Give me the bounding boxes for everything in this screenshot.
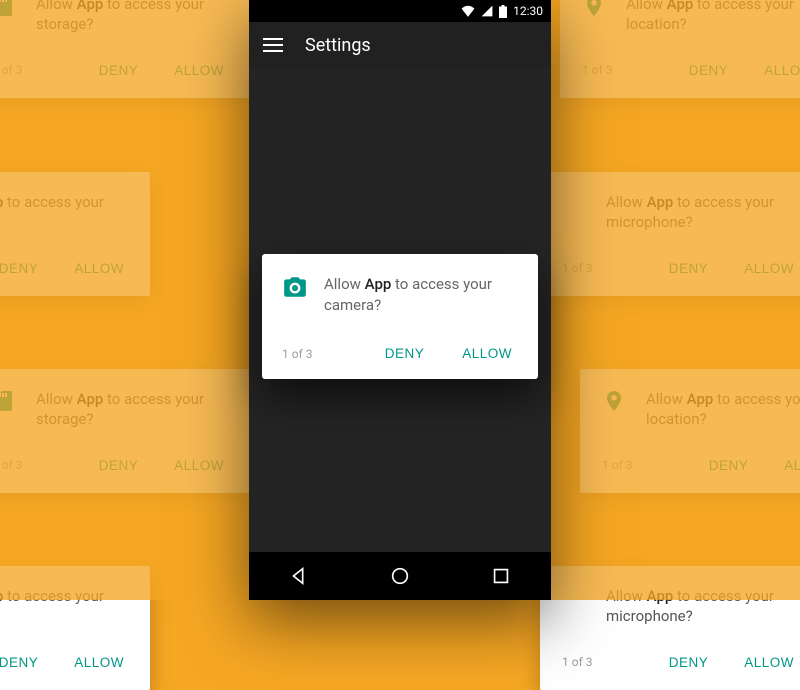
bg-card-icon	[602, 389, 628, 415]
bg-deny-button[interactable]: DENY	[665, 649, 713, 676]
signal-icon	[481, 5, 493, 17]
bg-card-icon	[0, 389, 18, 415]
phone-frame: 12:30 Settings Allow App to access your …	[249, 0, 551, 600]
bg-allow-button[interactable]: ALLOW	[70, 255, 128, 282]
bg-deny-button[interactable]: DENY	[665, 255, 713, 282]
content-area: Allow App to access your camera? 1 of 3 …	[249, 68, 551, 552]
back-icon[interactable]	[288, 565, 310, 587]
bg-card-message: Allow App to access your storage?	[36, 0, 228, 35]
allow-button[interactable]: ALLOW	[458, 340, 516, 367]
wifi-icon	[461, 5, 475, 17]
bg-card-counter: 1 of 3	[582, 63, 657, 77]
bg-allow-button[interactable]: ALLOW	[740, 649, 798, 676]
bg-permission-card: Allow App to access your location? 1 of 3…	[560, 0, 800, 98]
camera-icon	[282, 274, 308, 300]
bg-card-message: Allow App to access your storage?	[36, 389, 228, 430]
dialog-message: Allow App to access your camera?	[324, 274, 516, 316]
bg-permission-card: Allow App to access your contact?1 of 3D…	[0, 566, 150, 690]
bg-card-message: Allow App to access your contact?	[0, 586, 128, 627]
permission-dialog: Allow App to access your camera? 1 of 3 …	[262, 254, 538, 379]
bg-permission-card: Allow App to access your storage? 1 of 3 D…	[0, 369, 250, 493]
bg-permission-card: Allow App to access your microphone? 1 of…	[540, 172, 800, 296]
bg-card-counter: 1 of 3	[562, 261, 637, 275]
recent-icon[interactable]	[490, 565, 512, 587]
bg-card-message: Allow App to access your location?	[646, 389, 800, 430]
status-time: 12:30	[513, 4, 543, 18]
battery-icon	[499, 5, 507, 18]
bg-card-icon	[562, 586, 588, 612]
page-title: Settings	[305, 35, 371, 56]
bg-card-message: Allow App to access your microphone?	[606, 192, 798, 233]
bg-deny-button[interactable]: DENY	[685, 57, 733, 84]
menu-icon[interactable]	[263, 38, 283, 52]
home-icon[interactable]	[389, 565, 411, 587]
bg-allow-button[interactable]: ALLOW	[70, 649, 128, 676]
bg-allow-button[interactable]: ALLOW	[740, 255, 798, 282]
bg-allow-button[interactable]: ALLOW	[760, 57, 800, 84]
status-bar: 12:30	[249, 0, 551, 22]
bg-card-icon	[562, 192, 588, 218]
bg-card-message: Allow App to access your location?	[626, 0, 800, 35]
bg-deny-button[interactable]: DENY	[0, 649, 42, 676]
bg-card-message: Allow App to access your contact?	[0, 192, 128, 233]
bg-card-counter: 1 of 3	[0, 63, 67, 77]
bg-card-icon	[0, 0, 18, 20]
deny-button[interactable]: DENY	[381, 340, 429, 367]
bg-allow-button[interactable]: ALLOW	[780, 452, 800, 479]
navigation-bar	[249, 552, 551, 600]
bg-permission-card: Allow App to access your contact?1 of 3D…	[0, 172, 150, 296]
bg-permission-card: Allow App to access your microphone? 1 of…	[540, 566, 800, 690]
bg-deny-button[interactable]: DENY	[0, 255, 42, 282]
bg-allow-button[interactable]: ALLOW	[170, 452, 228, 479]
bg-permission-card: Allow App to access your storage? 1 of 3 D…	[0, 0, 250, 98]
bg-card-message: Allow App to access your microphone?	[606, 586, 798, 627]
bg-deny-button[interactable]: DENY	[705, 452, 753, 479]
bg-permission-card: Allow App to access your location? 1 of 3…	[580, 369, 800, 493]
bg-card-counter: 1 of 3	[562, 655, 637, 669]
bg-card-icon	[582, 0, 608, 20]
bg-deny-button[interactable]: DENY	[95, 452, 143, 479]
app-bar: Settings	[249, 22, 551, 68]
dialog-counter: 1 of 3	[282, 347, 355, 361]
bg-allow-button[interactable]: ALLOW	[170, 57, 228, 84]
bg-card-counter: 1 of 3	[0, 458, 67, 472]
bg-deny-button[interactable]: DENY	[95, 57, 143, 84]
bg-card-counter: 1 of 3	[602, 458, 677, 472]
